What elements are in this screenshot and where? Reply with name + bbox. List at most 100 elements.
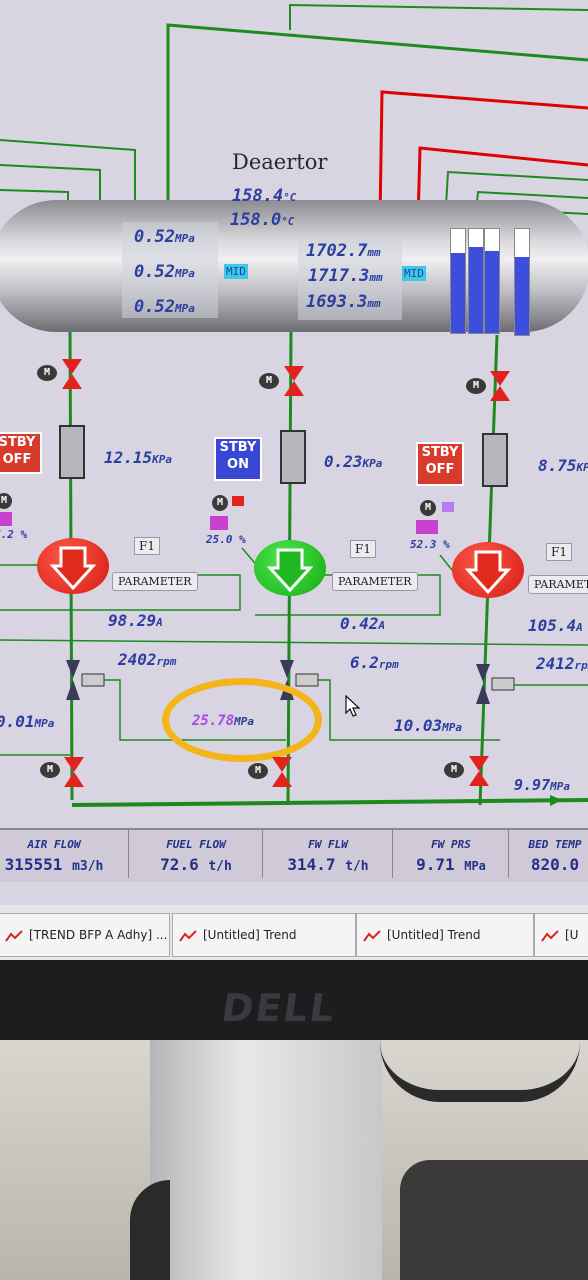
pump-a-current: 98.29A: [108, 611, 163, 630]
deaerator-level-1-unit: mm: [367, 246, 381, 259]
motor-a-discharge-icon[interactable]: M: [40, 762, 60, 778]
pump-c-valve-pct: 52.3 %: [410, 538, 450, 551]
status-fw-pressure-unit: MPa: [464, 859, 486, 873]
deaerator-level-2-unit: mm: [369, 271, 383, 284]
cable: [380, 1040, 580, 1102]
pump-b-icon[interactable]: [254, 540, 326, 596]
pump-a-valve-pct: 7.2 %: [0, 528, 27, 541]
valve-c-suction-icon[interactable]: [488, 369, 512, 403]
status-air-flow-unit: m3/h: [72, 859, 104, 874]
level-gauge-4: [514, 228, 530, 336]
trend-icon: [179, 929, 197, 942]
taskbar-item-untitled-trend-2-label: [Untitled] Trend: [387, 928, 481, 942]
pump-b-speed-value: 6.2: [350, 653, 379, 672]
motor-b-suction-icon[interactable]: M: [259, 373, 279, 389]
status-bed-temp: BED TEMP 820.0: [510, 830, 588, 878]
pump-b-current-unit: A: [378, 619, 386, 632]
pump-b-current-value: 0.42: [340, 614, 379, 633]
pump-a-icon[interactable]: [37, 538, 109, 594]
pump-a-valve-pct-unit: %: [20, 528, 28, 541]
level-gauge-1: [450, 228, 466, 334]
pump-c-speed: 2412rpm: [536, 654, 588, 673]
valve-a-discharge-icon[interactable]: [62, 755, 86, 789]
deaerator-pressure-1: 0.52MPa: [134, 227, 195, 247]
motor-c-discharge-icon[interactable]: M: [444, 762, 464, 778]
status-air-flow: AIR FLOW 315551 m3/h: [0, 830, 129, 878]
pump-a-outlet-pressure-unit: MPa: [34, 717, 55, 730]
deaerator-pressure-2-unit: MPa: [174, 267, 195, 280]
pump-c-outlet-pressure-value: 10.03: [394, 716, 443, 735]
pump-a-speed-value: 2402: [118, 650, 157, 669]
taskbar-item-untitled-trend-2[interactable]: [Untitled] Trend: [356, 913, 534, 957]
pump-c-outlet-valve-icon[interactable]: [472, 662, 518, 706]
pressure-mid-badge[interactable]: MID: [224, 264, 248, 279]
pump-c-speed-value: 2412: [536, 654, 575, 673]
status-fw-flow-unit: t/h: [345, 859, 369, 874]
desk-object: [400, 1160, 588, 1280]
motor-c-suction-icon[interactable]: M: [466, 378, 486, 394]
pump-b-parameter-button[interactable]: PARAMETER: [332, 572, 418, 591]
pump-a-valve-icon[interactable]: [0, 512, 12, 526]
taskbar-item-untitled-trend-3[interactable]: [U: [534, 913, 588, 957]
motor-a-suction-icon[interactable]: M: [37, 365, 57, 381]
deaerator-pressure-3: 0.52MPa: [134, 297, 195, 317]
motor-b-valve-icon[interactable]: M: [212, 495, 228, 511]
pump-a-speed-unit: rpm: [156, 655, 177, 668]
motor-c-valve-icon[interactable]: M: [420, 500, 436, 516]
status-air-flow-value: 315551: [4, 855, 63, 874]
header-pressure-value: 9.97: [514, 776, 551, 794]
hmi-screen: Deaertor 158.4°C 158.0°C 0.52MPa 0.52MPa…: [0, 0, 588, 975]
deaerator-level-3: 1693.3mm: [306, 292, 381, 312]
pump-c-speed-unit: rpm: [574, 659, 588, 672]
filter-c-icon: [482, 433, 508, 487]
valve-b-discharge-icon[interactable]: [270, 755, 294, 789]
deaerator-level-2-value: 1717.3: [308, 266, 370, 286]
status-fw-pressure-label: FW PRS: [431, 838, 471, 851]
alarm-b-icon: [232, 496, 244, 506]
deaerator-level-2: 1717.3mm: [308, 266, 383, 286]
pump-a-outlet-pressure-value: 0.01: [0, 712, 35, 731]
pump-a-outlet-valve-icon[interactable]: [62, 658, 108, 702]
valve-a-suction-icon[interactable]: [60, 357, 84, 391]
header-pressure: 9.97MPa: [514, 776, 570, 794]
pump-b-valve-pct: 25.0 %: [206, 533, 246, 546]
level-gauge-3: [484, 228, 500, 334]
pump-b-stby-button[interactable]: STBY ON: [214, 437, 262, 481]
pump-c-current: 105.4A: [528, 616, 583, 635]
pump-c-valve-icon[interactable]: [416, 520, 438, 534]
pump-a-current-value: 98.29: [108, 611, 157, 630]
trend-icon: [5, 929, 23, 942]
taskbar-item-untitled-trend-1[interactable]: [Untitled] Trend: [172, 913, 356, 957]
pump-c-valve-pct-unit: %: [443, 538, 450, 551]
pump-b-valve-pct-unit: %: [239, 533, 246, 546]
trend-icon: [363, 929, 381, 942]
valve-c-discharge-icon[interactable]: [467, 754, 491, 788]
filter-b-icon: [280, 430, 306, 484]
taskbar-item-trend-bfp[interactable]: [TREND BFP A Adhy] ...: [0, 913, 170, 957]
valve-b-suction-icon[interactable]: [282, 364, 306, 398]
pump-a-f1-button[interactable]: F1: [134, 537, 160, 555]
pump-c-parameter-button[interactable]: PARAMETER: [528, 575, 588, 594]
pump-c-stby-button[interactable]: STBY OFF: [416, 442, 464, 486]
pump-b-valve-icon[interactable]: [210, 516, 228, 530]
pump-c-current-value: 105.4: [528, 616, 577, 635]
pump-c-icon[interactable]: [452, 542, 524, 598]
pump-b-f1-button[interactable]: F1: [350, 540, 376, 558]
level-mid-badge[interactable]: MID: [402, 266, 426, 281]
pump-c-valve-pct-value: 52.3: [410, 538, 437, 551]
pump-a-stby-button[interactable]: STBY OFF: [0, 432, 42, 474]
deaerator-level-3-unit: mm: [367, 297, 381, 310]
taskbar-item-trend-bfp-label: [TREND BFP A Adhy] ...: [29, 928, 168, 942]
deaerator-pressure-1-unit: MPa: [174, 232, 195, 245]
pump-c-outlet-pressure-unit: MPa: [442, 721, 463, 734]
status-fuel-flow-value: 72.6: [160, 855, 199, 874]
deaerator-level-1: 1702.7mm: [306, 241, 381, 261]
pump-a-speed: 2402rpm: [118, 650, 176, 669]
header-pressure-unit: MPa: [550, 780, 570, 793]
pump-c-f1-button[interactable]: F1: [546, 543, 572, 561]
status-fuel-flow-unit: t/h: [208, 859, 232, 874]
pump-b-diff-pressure: 0.23KPa: [324, 452, 382, 471]
pump-a-outlet-pressure: 0.01MPa: [0, 712, 54, 731]
motor-b-discharge-icon[interactable]: M: [248, 763, 268, 779]
pump-a-parameter-button[interactable]: PARAMETER: [112, 572, 198, 591]
